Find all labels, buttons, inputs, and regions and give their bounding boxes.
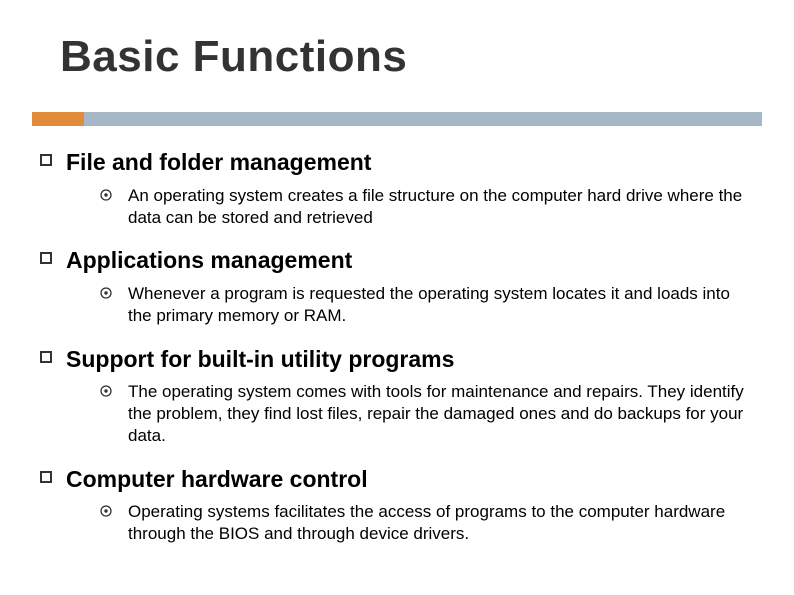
sub-list: Operating systems facilitates the access… [100, 501, 758, 545]
page-title: Basic Functions [60, 32, 407, 82]
target-bullet-icon [100, 505, 112, 517]
target-bullet-icon [100, 385, 112, 397]
sub-item-text: Whenever a program is requested the oper… [128, 283, 758, 327]
square-bullet-icon [40, 154, 52, 166]
item-heading: Applications management [66, 246, 352, 275]
content: File and folder management An operating … [40, 148, 758, 563]
accent-bar-left [32, 112, 84, 126]
sub-list-item: Operating systems facilitates the access… [100, 501, 758, 545]
slide: Basic Functions File and folder manageme… [0, 0, 794, 595]
sub-item-text: An operating system creates a file struc… [128, 185, 758, 229]
sub-list-item: An operating system creates a file struc… [100, 185, 758, 229]
square-bullet-icon [40, 252, 52, 264]
list-item: Applications management Whenever a progr… [40, 246, 758, 326]
target-bullet-icon [100, 287, 112, 299]
sub-list: An operating system creates a file struc… [100, 185, 758, 229]
list-item: Support for built-in utility programs Th… [40, 345, 758, 447]
target-bullet-icon [100, 189, 112, 201]
sub-list: The operating system comes with tools fo… [100, 381, 758, 446]
list-item: Computer hardware control Operating syst… [40, 465, 758, 545]
item-heading: File and folder management [66, 148, 371, 177]
sub-list-item: The operating system comes with tools fo… [100, 381, 758, 446]
sub-list: Whenever a program is requested the oper… [100, 283, 758, 327]
list-item: File and folder management An operating … [40, 148, 758, 228]
square-bullet-icon [40, 471, 52, 483]
item-heading: Computer hardware control [66, 465, 368, 494]
sub-item-text: Operating systems facilitates the access… [128, 501, 758, 545]
item-heading: Support for built-in utility programs [66, 345, 454, 374]
accent-bar [0, 108, 794, 132]
accent-bar-right [84, 112, 762, 126]
sub-item-text: The operating system comes with tools fo… [128, 381, 758, 446]
square-bullet-icon [40, 351, 52, 363]
sub-list-item: Whenever a program is requested the oper… [100, 283, 758, 327]
